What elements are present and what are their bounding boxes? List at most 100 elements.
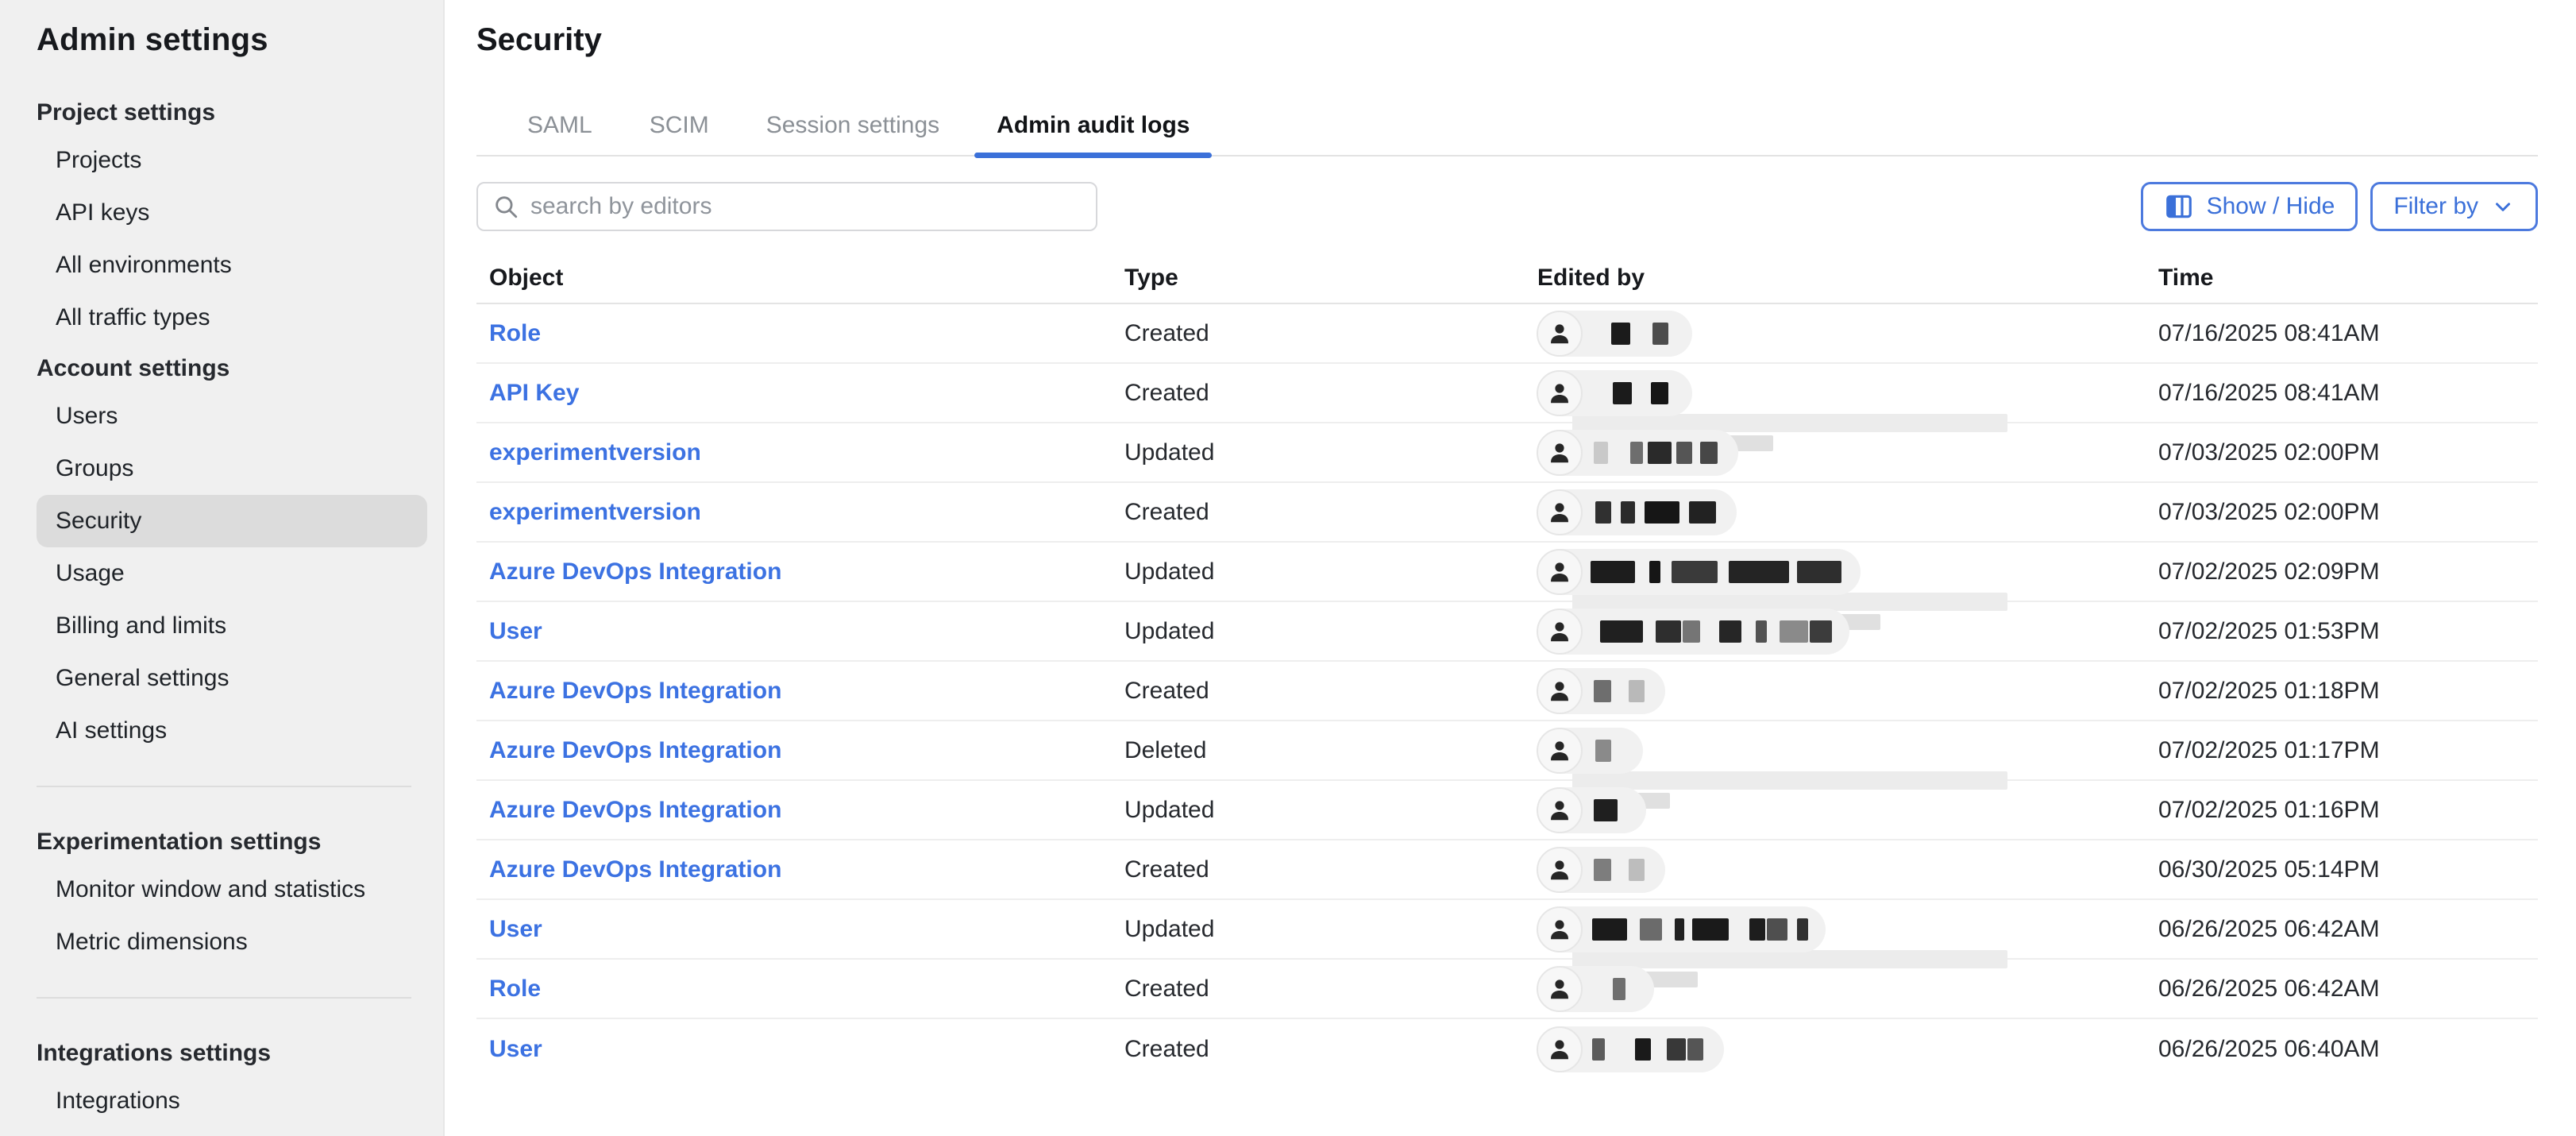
object-link-role[interactable]: Role	[489, 976, 541, 1002]
sidebar-divider	[37, 997, 411, 999]
object-link-azure-devops-integration[interactable]: Azure DevOps Integration	[489, 678, 781, 704]
time-cell: 07/02/2025 01:16PM	[2158, 797, 2538, 824]
editor-avatar	[1537, 847, 1583, 893]
table-row: UserUpdated07/02/2025 01:53PM	[476, 602, 2538, 662]
tab-admin-audit-logs[interactable]: Admin audit logs	[974, 112, 1212, 158]
table-row: Azure DevOps Integration Deleted 07/02/202…	[476, 721, 2538, 781]
type-cell: Created	[1124, 499, 1537, 526]
redacted-name-block	[1640, 918, 1662, 941]
type-cell: Created	[1124, 380, 1537, 407]
redacted-name-block	[1611, 323, 1630, 345]
redacted-name-block	[1683, 620, 1700, 643]
object-link-azure-devops-integration[interactable]: Azure DevOps Integration	[489, 558, 781, 585]
redacted-name-block	[1648, 442, 1672, 464]
sidebar-item-billing-and-limits[interactable]: Billing and limits	[37, 600, 427, 652]
sidebar-item-api-keys[interactable]: API keys	[37, 187, 427, 239]
sidebar-item-general-settings[interactable]: General settings	[37, 652, 427, 705]
object-cell: User	[489, 618, 1124, 645]
tab-scim[interactable]: SCIM	[627, 112, 731, 158]
show-hide-button[interactable]: Show / Hide	[2141, 182, 2358, 231]
object-link-azure-devops-integration[interactable]: Azure DevOps Integration	[489, 856, 781, 883]
object-link-azure-devops-integration[interactable]: Azure DevOps Integration	[489, 797, 781, 823]
person-icon	[1547, 440, 1572, 466]
sidebar-divider	[37, 786, 411, 787]
object-link-api-key[interactable]: API Key	[489, 380, 579, 406]
object-link-experimentversion[interactable]: experimentversion	[489, 499, 701, 525]
person-icon	[1547, 917, 1572, 942]
object-link-user[interactable]: User	[489, 618, 542, 644]
editor-avatar	[1537, 609, 1583, 655]
editor-avatar	[1537, 489, 1583, 535]
type-cell: Created	[1124, 856, 1537, 883]
type-cell: Deleted	[1124, 737, 1537, 764]
sidebar-item-integrations[interactable]: Integrations	[37, 1075, 427, 1127]
tab-session-settings[interactable]: Session settings	[744, 112, 962, 158]
toolbar: Show / Hide Filter by	[476, 182, 2538, 231]
toolbar-actions: Show / Hide Filter by	[2141, 182, 2538, 231]
redacted-name-block	[1700, 442, 1718, 464]
sidebar-item-usage[interactable]: Usage	[37, 547, 427, 600]
time-cell: 07/02/2025 02:09PM	[2158, 558, 2538, 585]
tab-saml[interactable]: SAML	[505, 112, 615, 158]
person-icon	[1547, 738, 1572, 763]
redacted-name-block	[1652, 323, 1668, 345]
redacted-name-block	[1756, 620, 1767, 643]
table-row: RoleCreated07/16/2025 08:41AM	[476, 304, 2538, 364]
redacted-name-block	[1594, 442, 1608, 464]
time-cell: 07/02/2025 01:53PM	[2158, 618, 2538, 645]
sidebar-item-users[interactable]: Users	[37, 390, 427, 442]
redacted-name-block	[1729, 561, 1789, 583]
redacted-name-block	[1629, 859, 1645, 881]
sidebar: Admin settings Project settingsProjectsA…	[0, 0, 445, 1136]
table-row: Azure DevOps IntegrationUpdated07/02/202…	[476, 781, 2538, 840]
editor-chip-redacted	[1537, 966, 1654, 1012]
filter-by-button[interactable]: Filter by	[2370, 182, 2538, 231]
type-cell: Created	[1124, 320, 1537, 347]
column-header-edited-by: Edited by	[1537, 265, 2158, 292]
sidebar-item-projects[interactable]: Projects	[37, 134, 427, 187]
editor-avatar	[1537, 549, 1583, 595]
sidebar-item-all-environments[interactable]: All environments	[37, 239, 427, 292]
time-cell: 06/30/2025 05:14PM	[2158, 856, 2538, 883]
redacted-name-block	[1687, 1038, 1703, 1061]
person-icon	[1547, 857, 1572, 883]
sidebar-item-security[interactable]: Security	[37, 495, 427, 547]
table-row: experimentversionUpdated07/03/2025 02:00…	[476, 423, 2538, 483]
person-icon	[1547, 500, 1572, 525]
main-content: Security SAMLSCIMSession settingsAdmin a…	[445, 0, 2576, 1136]
person-icon	[1547, 678, 1572, 704]
redaction-bar	[1572, 950, 2007, 968]
time-cell: 07/02/2025 01:17PM	[2158, 737, 2538, 764]
sidebar-item-ai-settings[interactable]: AI settings	[37, 705, 427, 757]
redacted-name-block	[1595, 740, 1611, 762]
editor-avatar	[1537, 787, 1583, 833]
column-header-time: Time	[2158, 265, 2538, 292]
table-row: RoleCreated06/26/2025 06:42AM	[476, 960, 2538, 1019]
sidebar-nav: Project settingsProjectsAPI keysAll envi…	[0, 99, 443, 1127]
editor-avatar	[1537, 966, 1583, 1012]
object-cell: User	[489, 916, 1124, 943]
redacted-name-block	[1613, 382, 1632, 404]
search-box[interactable]	[476, 182, 1097, 231]
type-cell: Created	[1124, 678, 1537, 705]
time-cell: 07/03/2025 02:00PM	[2158, 499, 2538, 526]
type-cell: Updated	[1124, 558, 1537, 585]
sidebar-item-monitor-window-and-statistics[interactable]: Monitor window and statistics	[37, 864, 427, 916]
editor-chip-redacted	[1537, 847, 1665, 893]
sidebar-item-groups[interactable]: Groups	[37, 442, 427, 495]
object-link-user[interactable]: User	[489, 916, 542, 942]
redaction-bar	[1572, 771, 2007, 790]
redacted-name-block	[1645, 501, 1679, 524]
sidebar-item-metric-dimensions[interactable]: Metric dimensions	[37, 916, 427, 968]
object-link-role[interactable]: Role	[489, 320, 541, 346]
redacted-name-block	[1594, 859, 1611, 881]
editor-avatar	[1537, 370, 1583, 416]
object-cell: experimentversion	[489, 499, 1124, 526]
object-link-azure-devops-integration[interactable]: Azure DevOps Integration	[489, 737, 781, 763]
redacted-name-block	[1692, 918, 1729, 941]
sidebar-item-all-traffic-types[interactable]: All traffic types	[37, 292, 427, 344]
redacted-name-block	[1780, 620, 1808, 643]
search-input[interactable]	[530, 193, 1082, 220]
object-link-user[interactable]: User	[489, 1036, 542, 1062]
object-link-experimentversion[interactable]: experimentversion	[489, 439, 701, 466]
